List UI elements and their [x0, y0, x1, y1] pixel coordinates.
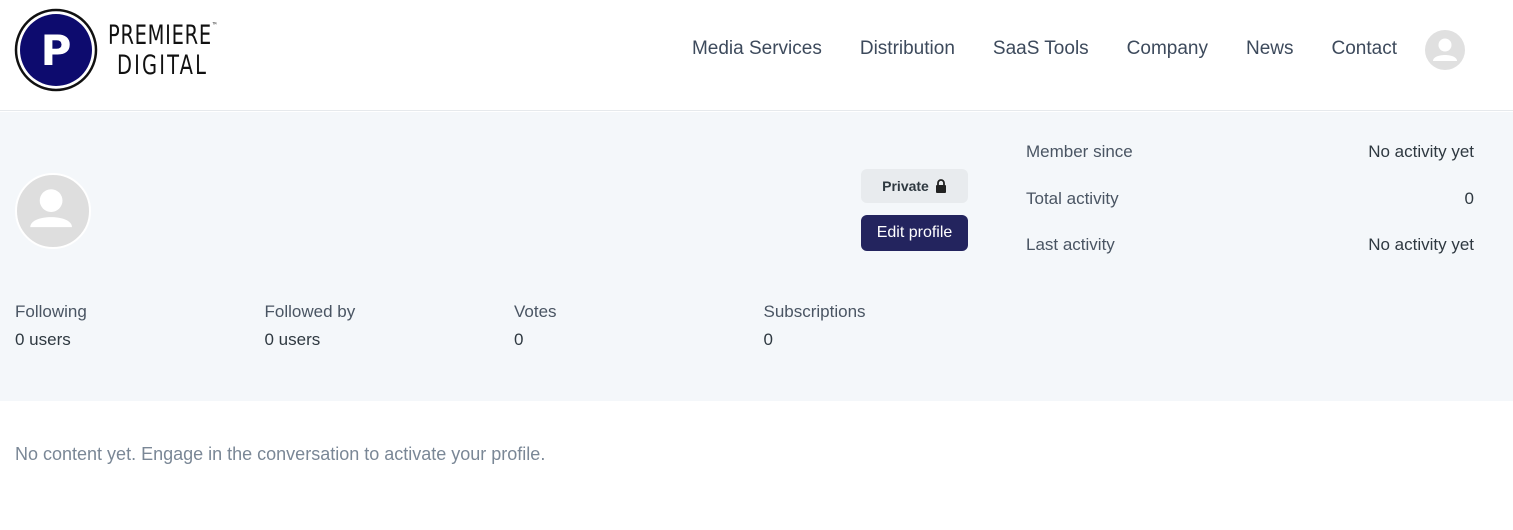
nav-company[interactable]: Company — [1127, 38, 1208, 60]
profile-summary: Private Edit profile Member since No act… — [0, 112, 1513, 401]
activity-row-total-activity: Total activity 0 — [1026, 189, 1474, 236]
stat-following: Following 0 users — [15, 302, 265, 350]
nav-media-services[interactable]: Media Services — [692, 38, 822, 60]
brand-logo[interactable]: P PREMIERE™ DIGITAL — [14, 8, 261, 92]
activity-label: Last activity — [1026, 235, 1115, 254]
nav-saas-tools[interactable]: SaaS Tools — [993, 38, 1089, 60]
activity-summary: Member since No activity yet Total activ… — [1026, 142, 1474, 282]
stat-label: Followed by — [264, 302, 356, 321]
site-header: P PREMIERE™ DIGITAL Media Services Distr… — [0, 0, 1513, 111]
activity-row-member-since: Member since No activity yet — [1026, 142, 1474, 189]
stat-value: 0 users — [15, 330, 71, 349]
activity-label: Total activity — [1026, 188, 1119, 208]
activity-value: 0 — [1464, 188, 1474, 208]
logo-p-icon: P — [14, 8, 98, 92]
stat-label: Following — [15, 302, 87, 321]
empty-content-message: No content yet. Engage in the conversati… — [15, 444, 546, 464]
activity-value: No activity yet — [1368, 142, 1474, 161]
nav-contact[interactable]: Contact — [1332, 38, 1397, 60]
user-menu-avatar[interactable] — [1425, 30, 1465, 70]
stat-votes: Votes 0 — [514, 302, 764, 350]
stat-value: 0 — [514, 330, 524, 349]
profile-avatar — [15, 173, 91, 249]
user-silhouette-icon — [1433, 38, 1457, 61]
stat-followed-by: Followed by 0 users — [265, 302, 515, 350]
logo-letter: P — [41, 26, 72, 75]
visibility-label: Private — [882, 178, 929, 194]
brand-name: PREMIERE™ DIGITAL — [108, 19, 261, 81]
activity-row-last-activity: Last activity No activity yet — [1026, 235, 1474, 282]
activity-label: Member since — [1026, 142, 1133, 161]
visibility-badge: Private — [861, 169, 968, 203]
stat-value: 0 — [763, 330, 773, 349]
edit-profile-button[interactable]: Edit profile — [861, 215, 968, 251]
brand-name-line1: PREMIERE — [108, 19, 212, 51]
lock-icon — [935, 179, 946, 193]
stat-label: Votes — [514, 302, 557, 321]
main-nav: Media Services Distribution SaaS Tools C… — [692, 38, 1397, 60]
stat-value: 0 users — [264, 330, 321, 349]
nav-news[interactable]: News — [1246, 38, 1294, 60]
trademark-mark: ™ — [211, 20, 219, 30]
stat-label: Subscriptions — [763, 302, 866, 321]
nav-distribution[interactable]: Distribution — [860, 38, 955, 60]
user-silhouette-icon — [30, 189, 72, 228]
brand-name-line2: DIGITAL — [117, 49, 209, 81]
profile-stats: Following 0 users Followed by 0 users Vo… — [15, 302, 1013, 350]
stat-subscriptions: Subscriptions 0 — [764, 302, 1014, 350]
activity-value: No activity yet — [1368, 235, 1474, 254]
